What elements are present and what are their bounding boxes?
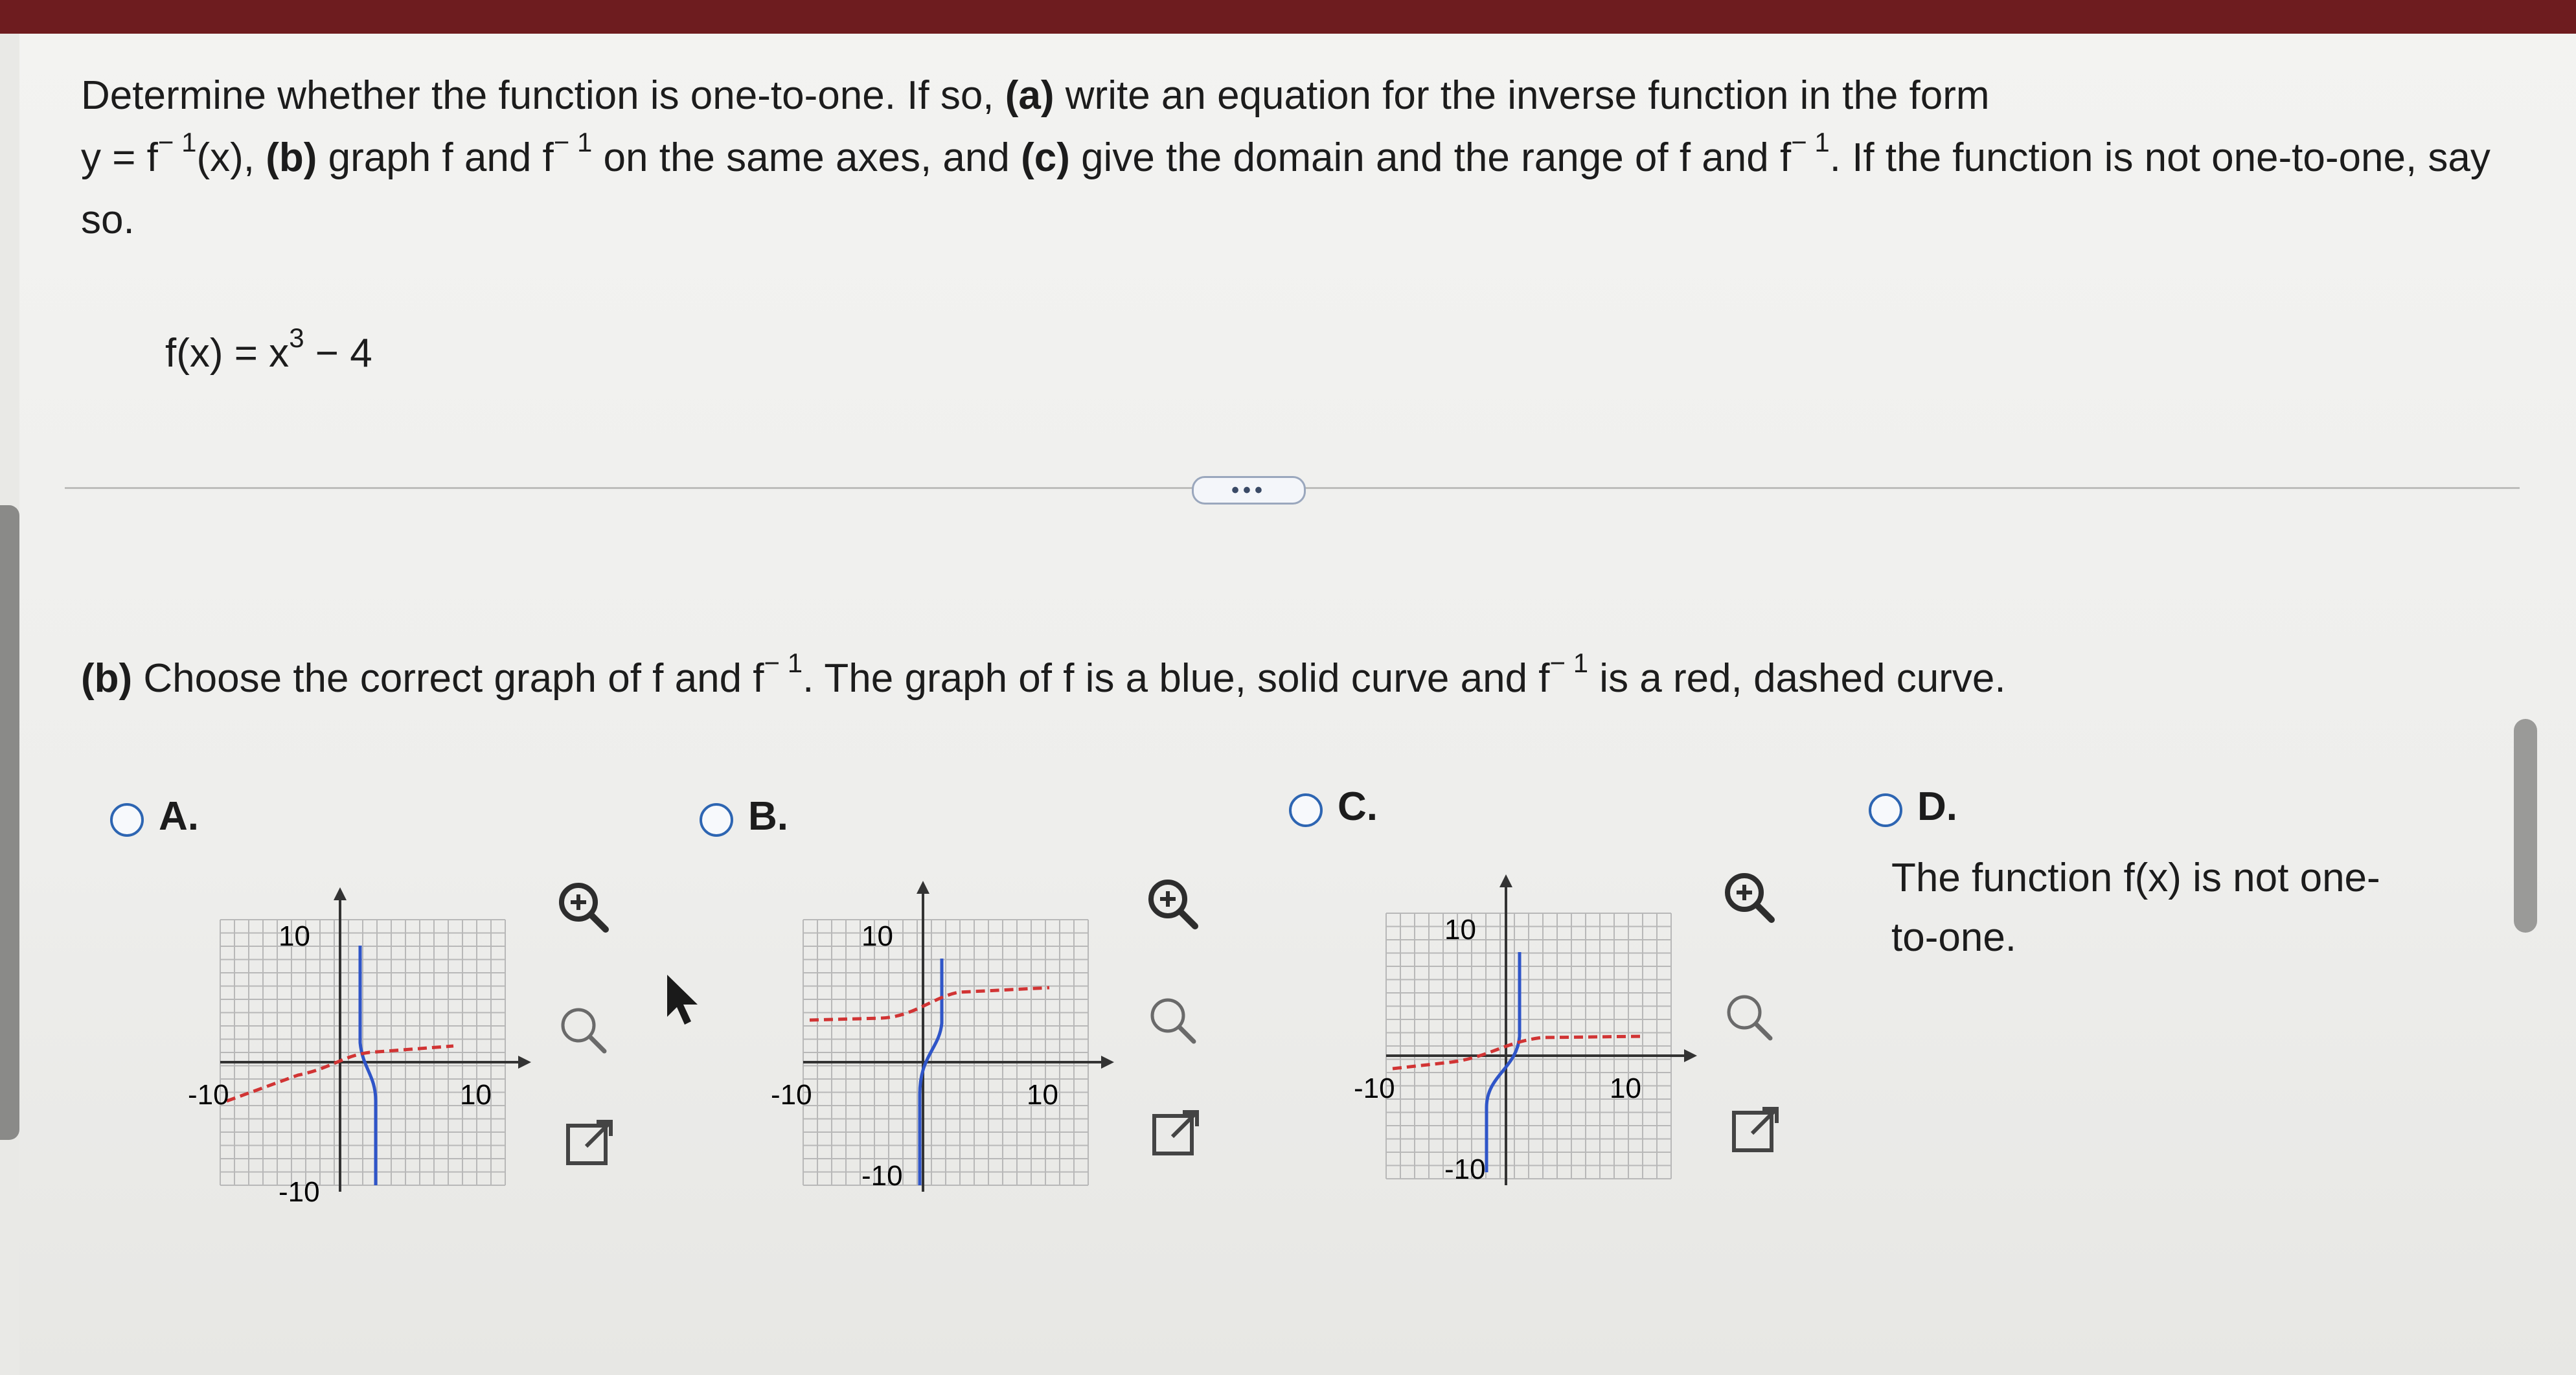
option-a-radio[interactable]	[110, 803, 144, 837]
option-d-label: D.	[1917, 784, 1957, 829]
option-b-graph[interactable]: 10 -10 10 -10	[764, 881, 1127, 1205]
left-side-panel-handle[interactable]	[0, 505, 19, 1140]
option-b-radio[interactable]	[700, 803, 733, 837]
zoom-in-icon[interactable]	[1720, 868, 1778, 926]
option-c-label: C.	[1338, 784, 1378, 829]
option-a-graph[interactable]: 10 -10 10 -10	[181, 881, 544, 1205]
expand-icon[interactable]	[1146, 1104, 1205, 1163]
y-axis-arrow	[917, 881, 929, 894]
graph-grid	[803, 919, 1089, 1186]
y-axis-arrow	[1499, 874, 1512, 887]
zoom-out-icon[interactable]	[1720, 988, 1778, 1046]
x-axis-arrow	[518, 1056, 531, 1069]
zoom-out-icon[interactable]	[554, 1001, 612, 1059]
x-axis-label-pos: 10	[1027, 1079, 1058, 1111]
option-b-label: B.	[748, 794, 788, 839]
option-a-label: A.	[159, 794, 199, 839]
y-axis-label-neg: -10	[861, 1160, 903, 1192]
x-axis-label-neg: -10	[188, 1079, 229, 1111]
option-d-text: The function f(x) is not one-to-one.	[1891, 856, 2380, 960]
y-axis-label-pos: 10	[279, 920, 310, 952]
expand-icon[interactable]	[560, 1114, 619, 1172]
x-axis-label-neg: -10	[1354, 1073, 1395, 1104]
x-axis-label-pos: 10	[460, 1079, 492, 1111]
browser-top-bar	[0, 0, 2576, 34]
vertical-scrollbar[interactable]	[2514, 719, 2537, 933]
expand-icon[interactable]	[1726, 1101, 1784, 1159]
x-axis-arrow	[1684, 1049, 1697, 1062]
option-c-graph[interactable]: 10 -10 10 -10	[1347, 874, 1710, 1198]
y-axis-label-pos: 10	[861, 920, 893, 952]
y-axis-arrow	[334, 887, 347, 900]
y-axis-label-neg: -10	[279, 1176, 320, 1205]
x-axis-label-pos: 10	[1610, 1073, 1641, 1104]
question-text: Determine whether the function is one-to…	[81, 73, 2491, 242]
y-axis-label-neg: -10	[1444, 1153, 1486, 1185]
option-c-radio[interactable]	[1289, 793, 1323, 827]
zoom-in-icon[interactable]	[554, 878, 612, 936]
option-d-radio[interactable]	[1869, 793, 1902, 827]
y-axis-label-pos: 10	[1444, 914, 1476, 946]
part-b-prompt: (b) Choose the correct graph of f and f−…	[81, 648, 2006, 701]
mouse-cursor-icon	[667, 975, 698, 1025]
x-axis-label-neg: -10	[771, 1079, 812, 1111]
graph-grid	[1385, 913, 1672, 1179]
expand-more-button[interactable]: •••	[1192, 476, 1306, 505]
x-axis-arrow	[1101, 1056, 1114, 1069]
f-inverse-curve-red	[1392, 1034, 1646, 1071]
zoom-in-icon[interactable]	[1143, 874, 1202, 933]
function-definition: f(x) = x3 − 4	[165, 323, 372, 376]
zoom-out-icon[interactable]	[1143, 991, 1202, 1049]
